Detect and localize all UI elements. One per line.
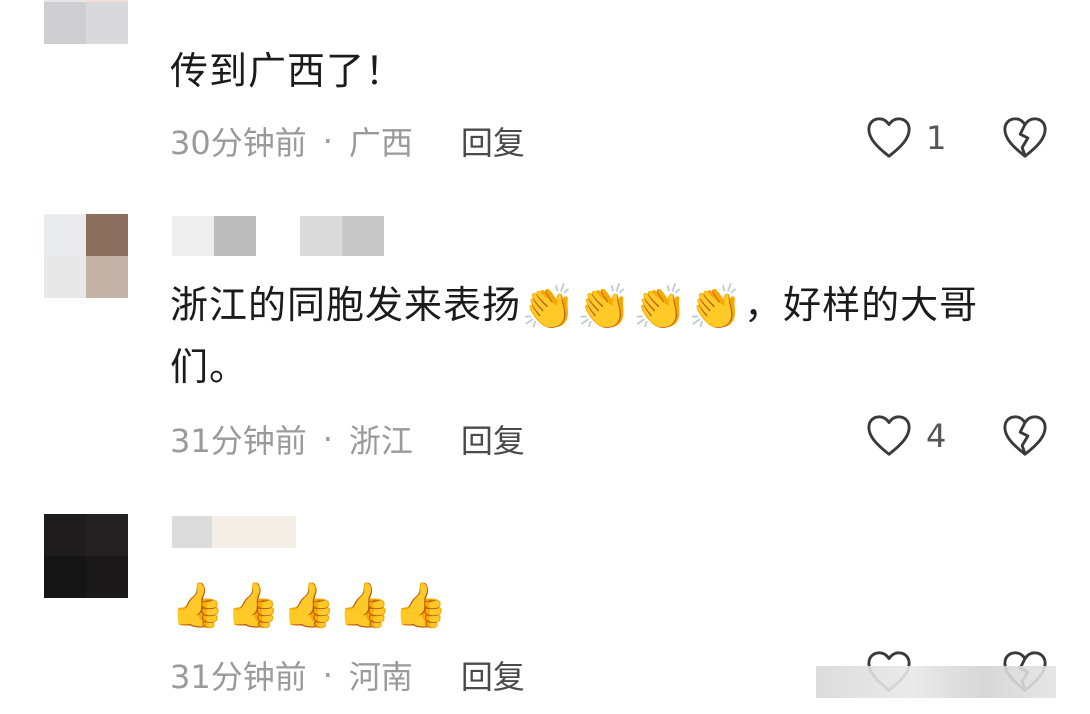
reply-button[interactable]: 回复 — [461, 118, 525, 164]
comment-time: 30分钟前 — [170, 124, 307, 162]
comment-location: 河南 — [348, 658, 413, 696]
broken-heart-icon — [1003, 415, 1047, 456]
username-blurred[interactable] — [172, 516, 296, 556]
comment-location: 浙江 — [348, 422, 413, 460]
like-button[interactable]: 4 — [866, 414, 946, 458]
heart-outline-icon — [867, 415, 911, 456]
comment-meta: 30分钟前 · 广西 回复 — [170, 118, 525, 164]
clapping-hands-emoji: 👏👏👏👏 — [521, 282, 745, 333]
comment-text: 传到广西了！ — [170, 49, 405, 93]
comment-time: 31分钟前 — [170, 658, 307, 696]
comment-meta: 31分钟前 · 浙江 回复 — [170, 416, 525, 462]
reply-button[interactable]: 回复 — [461, 416, 525, 462]
broken-heart-icon — [1003, 117, 1047, 158]
thumbs-up-emoji: 👍👍👍👍👍 — [170, 580, 449, 631]
meta-separator: · — [322, 122, 333, 160]
avatar[interactable] — [44, 514, 128, 598]
comment-time: 31分钟前 — [170, 422, 307, 460]
heart-outline-icon — [867, 117, 911, 158]
username-blurred[interactable] — [172, 216, 384, 256]
comment-text: 👍👍👍👍👍 — [170, 572, 449, 634]
comment-text: 浙江的同胞发来表扬👏👏👏👏，好样的大哥 们。 — [170, 282, 979, 390]
like-count: 1 — [926, 119, 947, 157]
reply-button[interactable]: 回复 — [461, 652, 525, 698]
dislike-button[interactable] — [1002, 116, 1048, 164]
avatar[interactable] — [44, 0, 128, 44]
watermark-blur — [816, 666, 1056, 698]
meta-separator: · — [322, 656, 333, 694]
comment-location: 广西 — [348, 124, 413, 162]
meta-separator: · — [322, 420, 333, 458]
avatar[interactable] — [44, 214, 128, 298]
comment-meta: 31分钟前 · 河南 回复 — [170, 652, 525, 698]
dislike-button[interactable] — [1002, 414, 1048, 462]
like-button[interactable]: 1 — [866, 116, 946, 160]
like-count: 4 — [926, 417, 947, 455]
